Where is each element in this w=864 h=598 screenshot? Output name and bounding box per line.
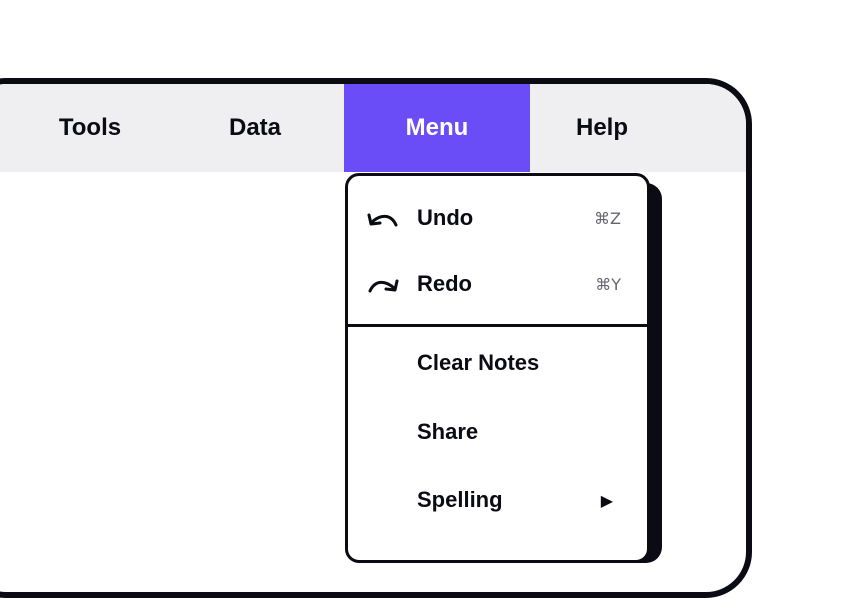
undo-menu-item[interactable]: Undo ⌘Z bbox=[348, 190, 647, 246]
redo-label: Redo bbox=[417, 271, 472, 296]
menubar-tools[interactable]: Tools bbox=[0, 84, 180, 172]
menu-dropdown: Undo ⌘Z Redo ⌘Y Clear Notes Share Spelli… bbox=[345, 173, 650, 563]
menubar-help[interactable]: Help bbox=[530, 84, 674, 172]
undo-shortcut: ⌘Z bbox=[594, 208, 621, 228]
clear-notes-menu-item[interactable]: Clear Notes bbox=[348, 335, 647, 391]
spelling-menu-item[interactable]: Spelling ▶ bbox=[348, 472, 647, 528]
redo-icon bbox=[366, 272, 400, 296]
menubar: Tools Data Menu Help bbox=[0, 84, 746, 172]
redo-menu-item[interactable]: Redo ⌘Y bbox=[348, 256, 647, 312]
undo-label: Undo bbox=[417, 205, 474, 230]
share-menu-item[interactable]: Share bbox=[348, 404, 647, 460]
submenu-arrow-icon: ▶ bbox=[600, 490, 613, 510]
menu-divider bbox=[348, 324, 647, 327]
menubar-data[interactable]: Data bbox=[180, 84, 330, 172]
share-label: Share bbox=[417, 419, 479, 444]
spelling-label: Spelling bbox=[417, 487, 503, 512]
menubar-menu[interactable]: Menu bbox=[344, 84, 530, 172]
clear-notes-label: Clear Notes bbox=[417, 350, 540, 375]
undo-icon bbox=[366, 206, 400, 230]
redo-shortcut: ⌘Y bbox=[595, 274, 621, 294]
